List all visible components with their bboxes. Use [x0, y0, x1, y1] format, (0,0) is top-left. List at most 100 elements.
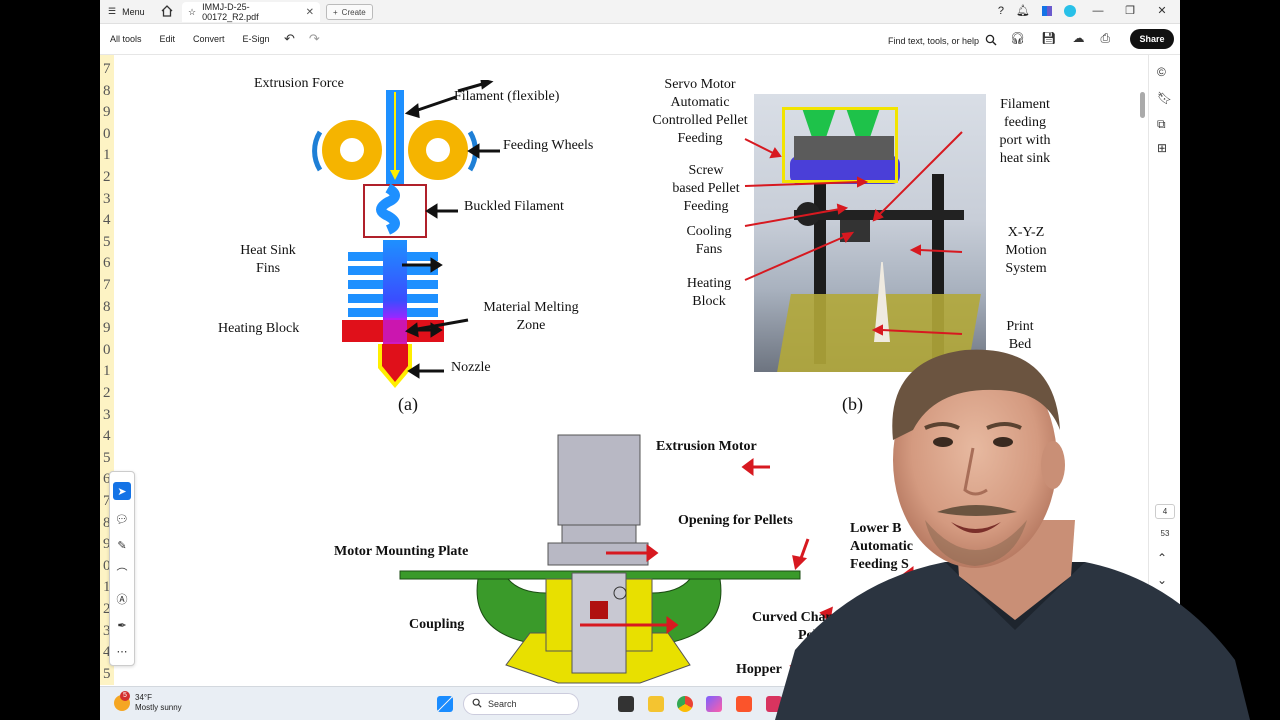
apps-icon[interactable]	[1042, 5, 1052, 16]
select-icon[interactable]: ➤	[113, 482, 131, 500]
label-extrusion-motor: Extrusion Motor	[656, 439, 757, 454]
line-number: 2	[103, 385, 111, 401]
menu-icon: ☰	[108, 6, 117, 16]
taskbar-search[interactable]: Search	[463, 693, 579, 715]
label-xyz-line1: X-Y-Z	[1007, 225, 1045, 240]
comment-icon[interactable]: 💬︎	[113, 510, 131, 528]
label-servo-line2: Automatic	[670, 95, 730, 110]
home-icon[interactable]	[160, 4, 174, 20]
line-number: 5	[103, 233, 111, 250]
figure-a-diagram	[312, 80, 500, 388]
label-melting-zone: Material Melting Zone	[472, 299, 590, 335]
close-icon[interactable]: ✕	[306, 7, 314, 18]
line-number: 3	[103, 406, 111, 423]
upload-icon[interactable]: ☁︎	[1072, 31, 1084, 46]
minimize-icon[interactable]: —	[1088, 5, 1108, 17]
copilot-app-icon[interactable]	[706, 696, 722, 712]
label-screw-line3: Feeding	[683, 199, 729, 214]
label-port-line3: port with	[999, 133, 1051, 148]
start-icon[interactable]	[437, 696, 453, 712]
more-icon[interactable]: ⋯	[113, 642, 131, 660]
label-servo-line3: Controlled Pellet	[652, 113, 748, 128]
temperature: 34°F	[135, 693, 152, 702]
share-button[interactable]: Share	[1130, 29, 1174, 49]
headphones-icon[interactable]: 🎧︎	[1010, 31, 1025, 46]
edit-button[interactable]: Edit	[160, 34, 176, 44]
help-icon[interactable]: ?	[998, 5, 1004, 17]
caption-a: (a)	[398, 394, 418, 414]
label-port-line2: feeding	[1004, 115, 1046, 130]
label-coupling: Coupling	[409, 617, 465, 632]
weather-condition: Mostly sunny	[135, 703, 182, 712]
brave-icon[interactable]	[736, 696, 752, 712]
pages-icon[interactable]: ⧉	[1157, 117, 1166, 132]
file-explorer-icon[interactable]	[648, 696, 664, 712]
label-screw-line2: based Pellet	[672, 181, 740, 196]
bell-icon[interactable]: 🔔︎	[1016, 4, 1030, 17]
line-number: 1	[103, 363, 111, 380]
label-buckled-filament: Buckled Filament	[464, 199, 564, 214]
text-icon[interactable]: Ⓐ	[113, 590, 131, 608]
find-box[interactable]: Find text, tools, or help	[888, 34, 997, 48]
bookmark-icon[interactable]: 🔖︎	[1157, 91, 1172, 105]
label-mounting-plate: Motor Mounting Plate	[334, 544, 469, 559]
undo-icon[interactable]: ↶	[284, 31, 295, 47]
title-bar: ☰ Menu ☆ IMMJ-D-25-00172_R2.pdf ✕ + Crea…	[100, 0, 1180, 24]
label-cooling-line1: Cooling	[686, 224, 732, 239]
menu-button[interactable]: ☰ Menu	[108, 6, 145, 17]
line-number: 4	[103, 428, 111, 445]
esign-button[interactable]: E-Sign	[243, 34, 270, 44]
redo-icon[interactable]: ↷	[309, 31, 320, 47]
label-heat-sink-line1: Heat Sink	[240, 243, 296, 258]
task-view-icon[interactable]	[618, 696, 634, 712]
weather-widget[interactable]: 5 34°F Mostly sunny	[114, 691, 182, 713]
label-filament: Filament (flexible)	[454, 89, 560, 104]
line-number: 0	[103, 341, 111, 358]
find-label: Find text, tools, or help	[888, 36, 980, 46]
line-number: 5	[103, 665, 111, 682]
label-heat-sink: Heat Sink Fins	[234, 242, 302, 278]
toolbar: All tools Edit Convert E-Sign ↶ ↷ Find t…	[100, 24, 1180, 55]
copilot-icon[interactable]: ©	[1157, 65, 1166, 79]
lasso-icon[interactable]: ⌒	[113, 564, 131, 582]
sign-icon[interactable]: ✒	[113, 616, 131, 634]
all-tools-button[interactable]: All tools	[110, 34, 142, 44]
label-nozzle: Nozzle	[451, 360, 491, 375]
webcam-overlay	[775, 349, 1250, 720]
label-melting-line2: Zone	[516, 318, 546, 333]
line-number: 5	[103, 449, 111, 466]
restore-icon[interactable]: ❐	[1120, 4, 1140, 17]
save-icon[interactable]: 💾︎	[1041, 31, 1056, 46]
tab-title: IMMJ-D-25-00172_R2.pdf	[202, 2, 259, 22]
profile-icon[interactable]	[1064, 4, 1076, 17]
label-servo-line1: Servo Motor	[664, 77, 736, 92]
create-label: Create	[341, 7, 366, 17]
pen-icon[interactable]: ✎	[113, 536, 131, 554]
line-number: 8	[103, 298, 111, 315]
label-xyz-line3: System	[1005, 261, 1047, 276]
label-port-line4: heat sink	[999, 151, 1051, 166]
label-cooling-line2: Fans	[695, 242, 723, 257]
convert-button[interactable]: Convert	[193, 34, 225, 44]
label-feeding-wheels: Feeding Wheels	[503, 138, 594, 153]
label-heating-b-line2: Block	[692, 294, 726, 309]
line-number: 7	[103, 61, 111, 77]
document-tab[interactable]: ☆ IMMJ-D-25-00172_R2.pdf ✕	[182, 2, 320, 22]
star-icon[interactable]: ☆	[188, 7, 196, 18]
label-heating-block: Heating Block	[218, 321, 300, 336]
scrollbar-thumb[interactable]	[1140, 92, 1145, 118]
print-icon[interactable]: ⎙	[1100, 31, 1110, 46]
create-button[interactable]: + Create	[326, 4, 373, 20]
label-heating-block-b: Heating Block	[678, 275, 740, 311]
line-number: 9	[103, 104, 111, 121]
weather-badge: 5	[120, 691, 130, 701]
label-cooling-fans: Cooling Fans	[678, 223, 740, 259]
line-number: 3	[103, 190, 111, 207]
close-window-icon[interactable]: ✕	[1152, 4, 1172, 17]
taskbar-search-icon	[472, 698, 482, 710]
sun-icon: 5	[114, 691, 130, 711]
line-number: 7	[103, 277, 111, 293]
chrome-icon[interactable]	[677, 696, 693, 712]
line-number: 0	[103, 125, 111, 142]
structure-icon[interactable]: ⊞	[1157, 141, 1167, 155]
